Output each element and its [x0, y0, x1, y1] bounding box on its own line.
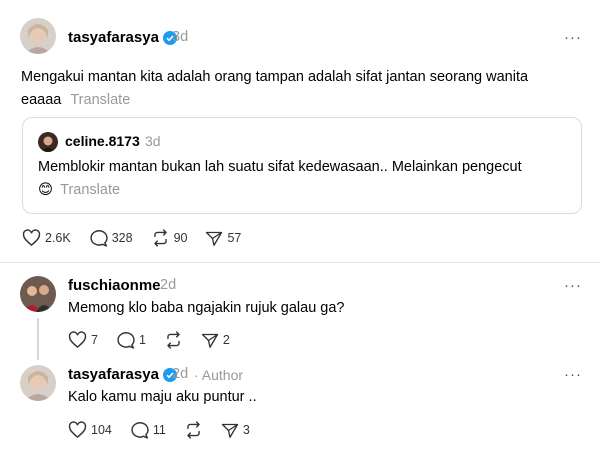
reply2-like-count: 104 [91, 423, 112, 437]
translate-link[interactable]: Translate [70, 92, 130, 108]
reply1-like-count: 7 [91, 333, 98, 347]
heart-icon [22, 229, 41, 247]
reply1-repost-button[interactable] [164, 331, 183, 349]
smile-emoji-icon: 😊 [38, 182, 54, 198]
reply1-like-button[interactable]: 7 [68, 331, 98, 349]
avatar-celine[interactable] [38, 132, 58, 152]
reply1-reply-count: 1 [138, 333, 146, 347]
reply-button[interactable]: 328 [89, 229, 133, 247]
author-tag: · Author [194, 367, 244, 383]
reply2-reply-count: 11 [152, 423, 166, 437]
reply1-username[interactable]: fuschiaonme [68, 277, 161, 294]
reply2-text: Kalo kamu maju aku puntur .. [68, 389, 257, 405]
reply1-more-button[interactable]: ··· [564, 277, 582, 294]
thread-line [37, 318, 39, 360]
post-timestamp: 3d [172, 29, 189, 45]
like-count: 2.6K [45, 231, 71, 245]
reply-count: 328 [111, 231, 133, 245]
avatar-tasyafarasya[interactable] [20, 18, 56, 54]
quoted-post-card[interactable]: celine.8173 3d Memblokir mantan bukan la… [22, 117, 582, 214]
repost-icon [153, 229, 167, 247]
reply2-share-count: 3 [242, 423, 250, 437]
share-count: 57 [227, 231, 242, 245]
reply2-share-button[interactable]: 3 [221, 422, 250, 439]
reply2-actions: 104 11 3 [68, 420, 268, 440]
post-text: Mengakui mantan kita adalah orang tampan… [21, 66, 541, 112]
share-button[interactable]: 57 [205, 230, 241, 247]
quoted-timestamp: 3d [145, 133, 161, 149]
comment-icon [131, 422, 149, 439]
reply2-reply-button[interactable]: 11 [130, 421, 166, 439]
reply2-like-button[interactable]: 104 [68, 421, 112, 439]
comment-icon [117, 332, 135, 349]
heart-icon [68, 331, 87, 349]
post-actions: 2.6K 328 90 57 [22, 228, 259, 248]
reply2-repost-button[interactable] [184, 421, 203, 439]
send-icon [221, 423, 239, 438]
quoted-text: Memblokir mantan bukan lah suatu sifat k… [38, 156, 558, 202]
repost-count: 90 [173, 231, 188, 245]
reply2-timestamp: 2d [172, 366, 189, 382]
like-button[interactable]: 2.6K [22, 229, 71, 247]
avatar-tasyafarasya-reply[interactable] [20, 365, 56, 401]
post-username[interactable]: tasyafarasya [68, 29, 159, 46]
reply2-more-button[interactable]: ··· [564, 366, 582, 383]
repost-icon [187, 421, 200, 439]
reply1-timestamp: 2d [160, 277, 177, 293]
send-icon [201, 333, 219, 348]
reply1-text: Memong klo baba ngajakin rujuk galau ga? [68, 300, 345, 316]
quoted-body: Memblokir mantan bukan lah suatu sifat k… [38, 159, 522, 175]
comment-icon [90, 230, 108, 247]
reply1-share-button[interactable]: 2 [201, 332, 230, 349]
reply1-actions: 7 1 2 [68, 330, 248, 350]
repost-button[interactable]: 90 [151, 229, 188, 247]
reply1-share-count: 2 [222, 333, 230, 347]
repost-icon [167, 331, 180, 349]
avatar-fuschiaonme[interactable] [20, 276, 56, 312]
more-options-button[interactable]: ··· [564, 29, 582, 46]
quoted-username[interactable]: celine.8173 [65, 133, 140, 149]
divider [0, 262, 600, 263]
quoted-translate-link[interactable]: Translate [60, 182, 120, 198]
reply1-reply-button[interactable]: 1 [116, 331, 146, 349]
send-icon [206, 231, 223, 246]
reply2-username[interactable]: tasyafarasya [68, 366, 159, 383]
heart-icon [68, 421, 87, 439]
